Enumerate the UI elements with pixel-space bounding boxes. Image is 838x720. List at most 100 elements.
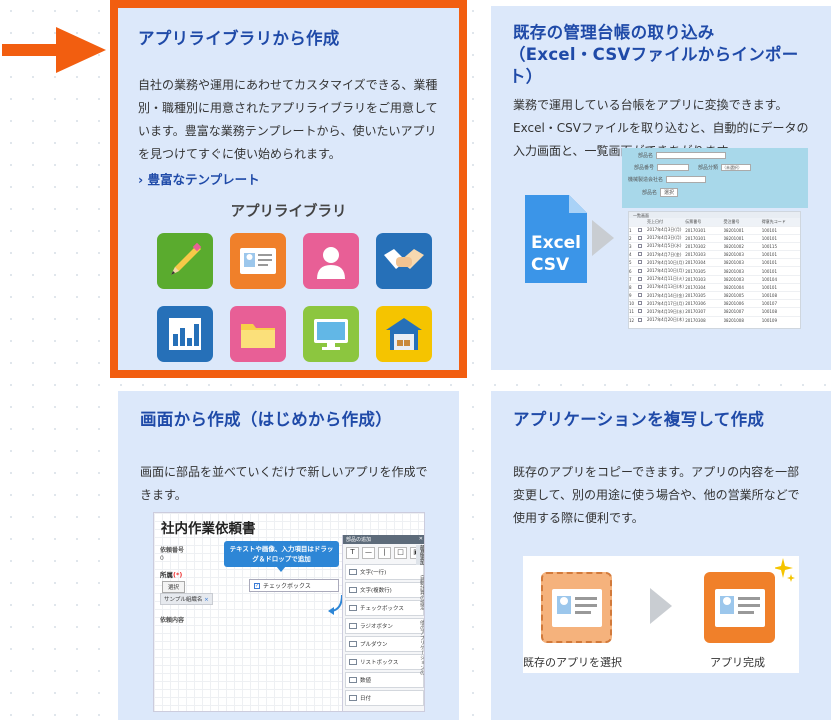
tab-other-apps[interactable]: 他のアプリケーションの bbox=[416, 620, 424, 675]
table-row[interactable]: 7 2017年4月11日(火) 20170303 08201003 100104 bbox=[629, 275, 800, 283]
table-cell: 100101 bbox=[761, 235, 778, 241]
table-row[interactable]: 6 2017年4月10日(月) 20170305 08201003 100101 bbox=[629, 266, 800, 275]
box-tool-icon[interactable]: □ bbox=[394, 547, 407, 559]
table-cell: 5 bbox=[629, 260, 632, 266]
row-checkbox-icon bbox=[638, 242, 647, 250]
parts-item[interactable]: チェックボックス bbox=[345, 600, 424, 616]
row-checkbox-icon bbox=[638, 275, 647, 283]
parts-item[interactable]: 文字(一行) bbox=[345, 564, 424, 580]
table-row[interactable]: 11 2017年4月19日(水) 20170307 08201007 100108 bbox=[629, 307, 800, 316]
row-checkbox-icon bbox=[638, 234, 647, 242]
field-type-icon bbox=[349, 659, 357, 665]
table-row[interactable]: 2 2017年4月3日(月) 20170301 08201001 100101 bbox=[629, 234, 800, 242]
table-cell: 100109 bbox=[761, 317, 778, 323]
form-input bbox=[657, 164, 690, 171]
table-cell: 6 bbox=[629, 268, 632, 274]
card-title: 画面から作成（はじめから作成） bbox=[140, 410, 392, 429]
parts-item[interactable]: 数値 bbox=[345, 672, 424, 688]
table-cell: 08201007 bbox=[723, 309, 744, 315]
table-cell: 08201003 bbox=[723, 252, 744, 258]
dragged-checkbox-item[interactable]: ✓ チェックボックス bbox=[249, 579, 339, 592]
monitor-icon[interactable] bbox=[303, 306, 359, 362]
vline-tool-icon[interactable]: | bbox=[378, 547, 391, 559]
card-create-from-screen: 画面から作成（はじめから作成） 画面に部品を並べていくだけで新しいアプリを作成で… bbox=[118, 391, 459, 720]
person-icon[interactable] bbox=[303, 233, 359, 289]
line-tool-icon[interactable]: — bbox=[362, 547, 375, 559]
table-cell: 100108 bbox=[761, 293, 778, 299]
row-checkbox-icon bbox=[638, 259, 647, 267]
handshake-icon[interactable] bbox=[376, 233, 432, 289]
form-input bbox=[666, 176, 707, 183]
table-cell: 2 bbox=[629, 235, 632, 241]
table-row[interactable]: 3 2017年4月5日(水) 20170302 08201002 100115 bbox=[629, 242, 800, 250]
tooltip-pointer-icon bbox=[276, 566, 286, 572]
table-cell: 2017年4月5日(水) bbox=[647, 243, 682, 249]
field-type-icon bbox=[349, 677, 357, 683]
parts-item[interactable]: ラジオボタン bbox=[345, 618, 424, 634]
table-cell: 20170301 bbox=[685, 235, 706, 241]
pencil-icon[interactable] bbox=[157, 233, 213, 289]
table-cell: 12 bbox=[629, 317, 635, 323]
card-app-library: アプリライブラリから作成 自社の業務や運用にあわせてカスタマイズできる、業種別・… bbox=[110, 0, 467, 378]
table-cell: 4 bbox=[629, 252, 632, 258]
table-row[interactable]: 10 2017年4月17日(月) 20170306 08201006 100107 bbox=[629, 299, 800, 308]
table-row[interactable]: 12 2017年4月20日(木) 20170308 08201008 100109 bbox=[629, 316, 800, 324]
card-title: アプリライブラリから作成 bbox=[138, 29, 340, 48]
card-description: 既存のアプリをコピーできます。アプリの内容を一部変更して、別の用途に使う場合や、… bbox=[513, 465, 800, 525]
table-cell: 08201003 bbox=[723, 260, 744, 266]
excel-csv-file-icon: Excel CSV bbox=[525, 195, 587, 283]
table-cell: 20170305 bbox=[685, 293, 706, 299]
tab-add-parts[interactable]: 部品追加 bbox=[416, 545, 424, 565]
table-cell: 2017年4月14日(金) bbox=[647, 292, 684, 298]
table-cell: 100115 bbox=[761, 243, 778, 249]
parts-item[interactable]: 日付 bbox=[345, 690, 424, 706]
sample-org-tag: サンプル組織名 × bbox=[160, 593, 213, 605]
form-select-button: 選択 bbox=[660, 188, 679, 197]
table-cell: 08201002 bbox=[723, 243, 744, 249]
row-checkbox-icon bbox=[638, 251, 647, 259]
existing-app-icon[interactable] bbox=[541, 572, 612, 643]
parts-item[interactable]: 文字(複数行) bbox=[345, 582, 424, 598]
app-icon-grid bbox=[157, 233, 439, 362]
close-icon[interactable]: × bbox=[204, 597, 209, 603]
bar-chart-icon[interactable] bbox=[157, 306, 213, 362]
table-row[interactable]: 4 2017年4月7日(金) 20170303 08201003 100101 bbox=[629, 250, 800, 259]
label-select-existing: 既存のアプリを選択 bbox=[523, 656, 622, 669]
table-cell: 100101 bbox=[761, 260, 778, 266]
text-tool-icon[interactable]: T bbox=[346, 547, 359, 559]
table-cell: 20170304 bbox=[685, 260, 706, 266]
form-title: 社内作業依頼書 bbox=[161, 521, 256, 537]
templates-link[interactable]: › 豊富なテンプレート bbox=[138, 169, 439, 188]
table-cell: 20170305 bbox=[685, 268, 706, 274]
warehouse-icon[interactable] bbox=[376, 306, 432, 362]
table-cell: 2017年4月7日(金) bbox=[647, 251, 682, 257]
table-cell: 9 bbox=[629, 293, 632, 299]
card-subtitle: （Excel・CSVファイルからインポート） bbox=[509, 45, 799, 86]
table-cell: 20170303 bbox=[685, 276, 706, 282]
row-checkbox-icon bbox=[638, 308, 647, 316]
table-row[interactable]: 5 2017年4月10日(月) 20170304 08201003 100101 bbox=[629, 258, 800, 267]
field-type-icon bbox=[349, 623, 357, 629]
table-cell: 2017年4月11日(火) bbox=[647, 276, 684, 282]
field-type-icon bbox=[349, 695, 357, 701]
table-header-row: 売上日付 伝票番号 受注番号 得意先コード bbox=[629, 218, 800, 226]
table-cell: 8 bbox=[629, 284, 632, 290]
table-cell: 2017年4月10日(月) bbox=[647, 268, 684, 274]
id-card-icon[interactable] bbox=[230, 233, 286, 289]
select-button[interactable]: 選択 bbox=[162, 581, 186, 593]
parts-toolbar: T — | □ ▣ bbox=[343, 544, 424, 562]
row-checkbox-icon bbox=[638, 226, 647, 234]
tab-auto-calc[interactable]: 自動計算の設定 bbox=[416, 575, 424, 610]
table-row[interactable]: 1 2017年4月3日(月) 20170301 08201001 100101 bbox=[629, 226, 800, 234]
folder-icon[interactable] bbox=[230, 306, 286, 362]
close-icon[interactable]: ✕ bbox=[419, 536, 423, 543]
completed-app-icon[interactable] bbox=[704, 572, 775, 643]
parts-item[interactable]: リストボックス bbox=[345, 654, 424, 670]
table-cell: 2017年4月19日(水) bbox=[647, 308, 684, 314]
table-cell: 100101 bbox=[761, 252, 778, 258]
parts-item[interactable]: プルダウン bbox=[345, 636, 424, 652]
table-cell: 08201006 bbox=[723, 301, 744, 307]
table-row[interactable]: 9 2017年4月14日(金) 20170305 08201005 100108 bbox=[629, 291, 800, 300]
table-cell: 100104 bbox=[761, 276, 778, 282]
table-row[interactable]: 8 2017年4月13日(木) 20170304 08201004 100101 bbox=[629, 283, 800, 291]
